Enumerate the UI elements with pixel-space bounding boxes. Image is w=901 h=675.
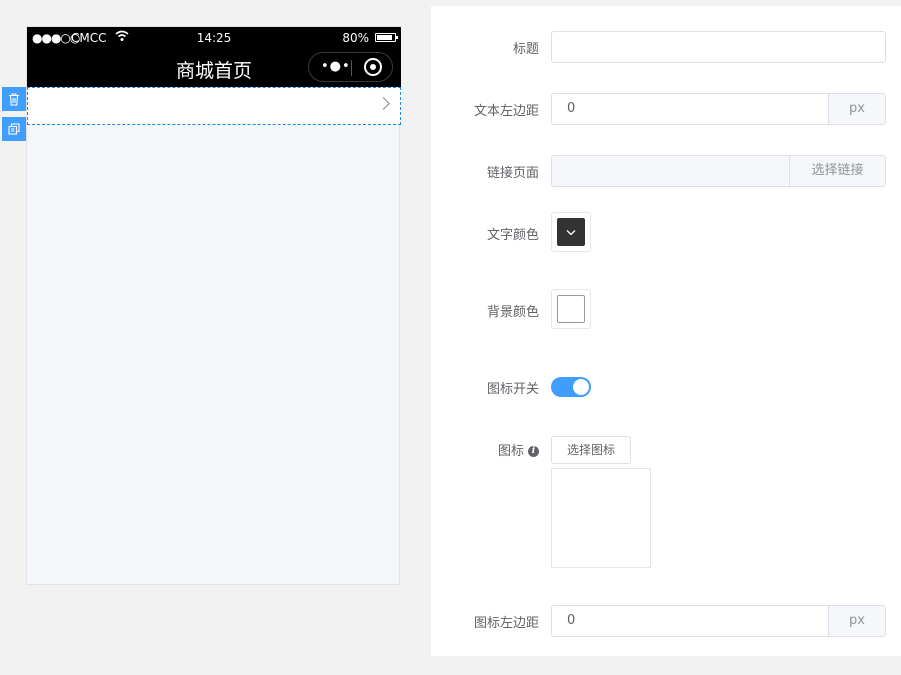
text-left-margin-unit: px bbox=[828, 94, 885, 124]
battery-icon bbox=[375, 33, 398, 42]
icon-switch-label: 图标开关 bbox=[486, 382, 539, 397]
battery-percent: 80% bbox=[342, 31, 369, 45]
delete-component-button[interactable] bbox=[2, 87, 26, 111]
icon-left-margin-value: 0 bbox=[567, 613, 576, 628]
selected-cell-component[interactable] bbox=[27, 87, 401, 125]
icon-preview-box[interactable] bbox=[551, 468, 651, 568]
switch-knob bbox=[573, 379, 589, 395]
chevron-down-icon bbox=[566, 230, 576, 236]
icon-toggle-switch[interactable] bbox=[551, 377, 591, 397]
copy-icon bbox=[8, 123, 20, 135]
status-bar: ●●●○○ CMCC 14:25 80% bbox=[27, 27, 401, 49]
title-input[interactable] bbox=[551, 31, 886, 63]
text-left-margin-label: 文本左边距 bbox=[473, 104, 539, 119]
text-color-label: 文字颜色 bbox=[486, 228, 539, 243]
settings-panel: 标题 文本左边距 0 px 链接页面 选择链接 文字颜色 背景颜色 图标开关 图… bbox=[431, 6, 901, 656]
capsule-divider bbox=[351, 60, 352, 76]
link-page-label: 链接页面 bbox=[486, 166, 539, 181]
text-color-swatch bbox=[557, 218, 585, 246]
trash-icon bbox=[9, 92, 19, 106]
icon-label-row: 图标 i bbox=[498, 440, 539, 459]
text-left-margin-input[interactable]: 0 px bbox=[551, 93, 886, 125]
bg-color-label: 背景颜色 bbox=[486, 305, 539, 320]
bg-color-picker[interactable] bbox=[551, 289, 591, 329]
capsule-menu[interactable]: •●• bbox=[308, 52, 393, 82]
link-page-input[interactable]: 选择链接 bbox=[551, 155, 886, 187]
select-icon-button[interactable]: 选择图标 bbox=[551, 436, 631, 464]
bg-color-swatch bbox=[557, 295, 585, 323]
icon-left-margin-unit: px bbox=[828, 606, 885, 636]
nav-bar: 商城首页 •●• bbox=[27, 49, 401, 87]
chevron-right-icon bbox=[377, 97, 390, 110]
copy-component-button[interactable] bbox=[2, 117, 26, 141]
title-label: 标题 bbox=[512, 42, 539, 57]
info-icon[interactable]: i bbox=[528, 446, 539, 457]
select-link-button[interactable]: 选择链接 bbox=[789, 156, 885, 186]
phone-preview: ●●●○○ CMCC 14:25 80% 商城首页 •●• bbox=[26, 26, 401, 585]
icon-left-margin-input[interactable]: 0 px bbox=[551, 605, 886, 637]
close-miniapp-icon[interactable] bbox=[364, 58, 382, 76]
icon-label: 图标 bbox=[497, 444, 524, 459]
text-color-picker[interactable] bbox=[551, 212, 591, 252]
more-icon[interactable]: •●• bbox=[321, 59, 351, 74]
text-left-margin-value: 0 bbox=[567, 101, 576, 116]
icon-left-margin-label: 图标左边距 bbox=[473, 616, 539, 631]
